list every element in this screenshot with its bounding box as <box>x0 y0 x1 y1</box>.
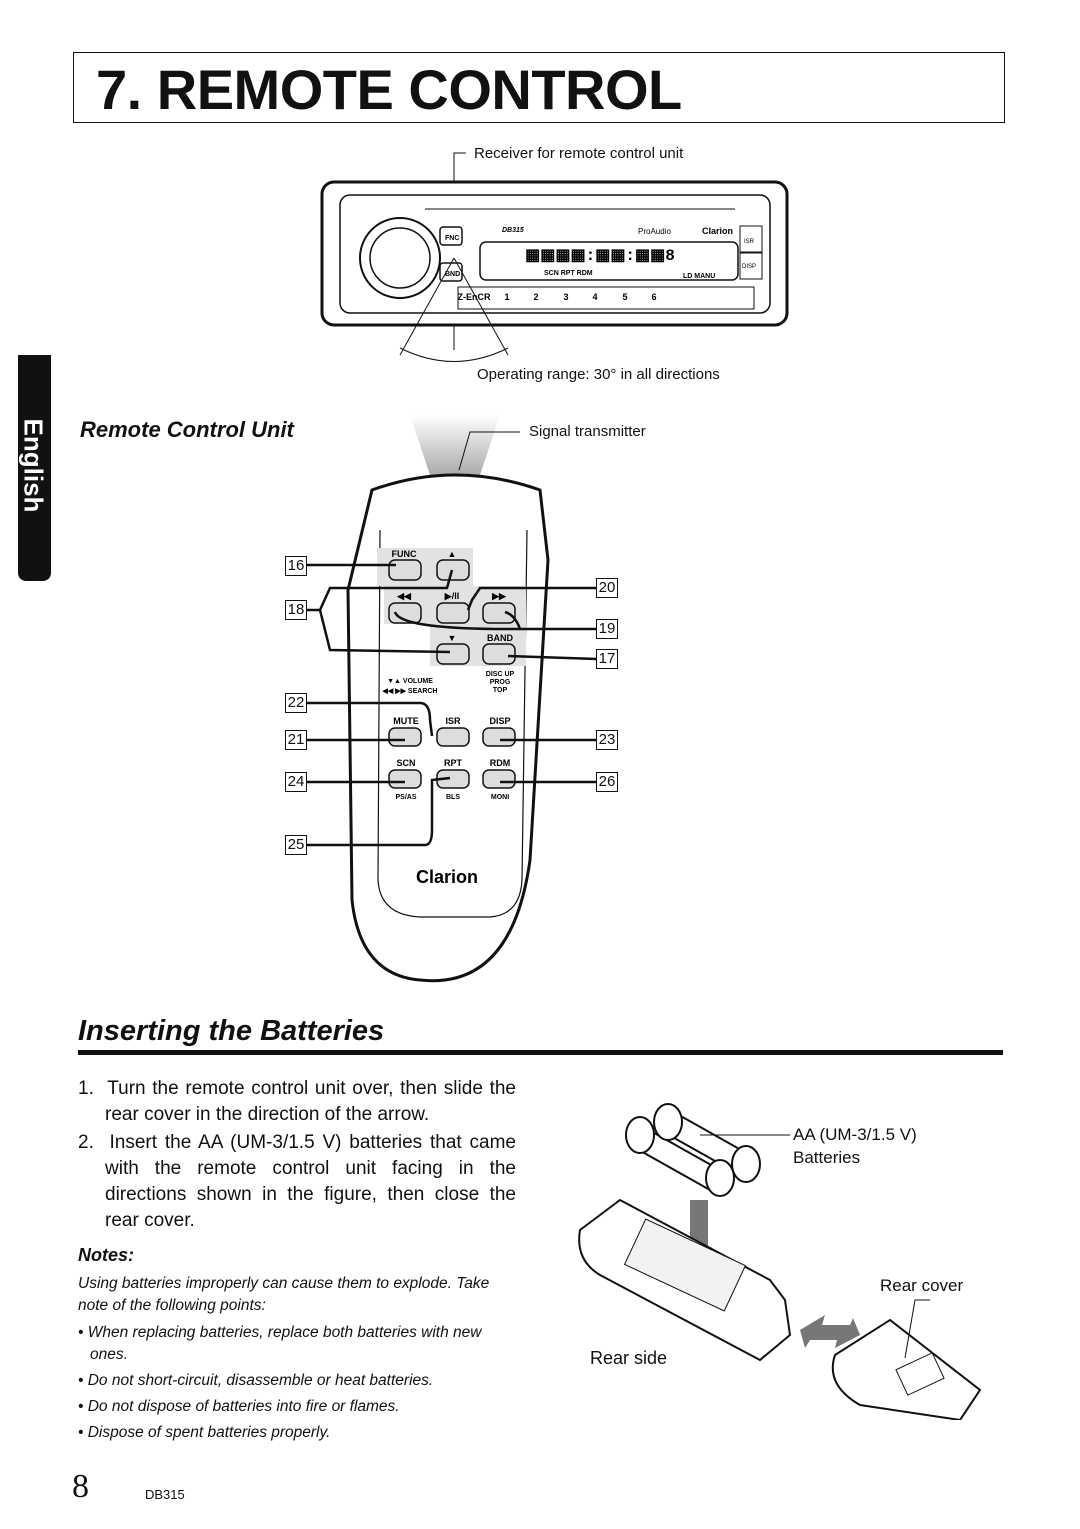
preset-1-label: 1 <box>504 292 509 302</box>
callout-17: 17 <box>596 649 618 669</box>
display-segments: ▦▦▦▦:▦▦:▦▦8 <box>525 247 675 265</box>
callout-25: 25 <box>285 835 307 855</box>
search-label: ◀◀ ▶▶ SEARCH <box>382 688 438 695</box>
callout-26: 26 <box>596 772 618 792</box>
steps-list: 1. Turn the remote control unit over, th… <box>78 1076 516 1236</box>
callout-18: 18 <box>285 600 307 620</box>
batteries-label: Batteries <box>793 1148 861 1167</box>
notes-intro: Using batteries improperly can cause the… <box>78 1275 490 1314</box>
preset-6-label: 6 <box>651 292 656 302</box>
brand-mark: Clarion <box>702 226 733 236</box>
isr-label: ISR <box>445 716 461 726</box>
preset-3-label: 3 <box>563 292 568 302</box>
down-arrow-icon: ▼ <box>448 633 457 643</box>
footer-model: DB315 <box>145 1487 185 1502</box>
callout-24: 24 <box>285 772 307 792</box>
note-item: • Do not dispose of batteries into fire … <box>78 1398 400 1415</box>
fnc-button-label: FNC <box>445 235 459 242</box>
notes-title: Notes: <box>78 1245 135 1265</box>
display-text: SCN RPT RDM <box>544 270 593 277</box>
step-1: 1. Turn the remote control unit over, th… <box>78 1078 516 1125</box>
rear-side-label: Rear side <box>590 1348 668 1368</box>
preset-2-label: 2 <box>533 292 538 302</box>
disp-button-label: DISP <box>742 264 756 270</box>
mute-label: MUTE <box>393 716 419 726</box>
section-rule <box>78 1050 1003 1055</box>
batteries-section-title: Inserting the Batteries <box>78 1015 385 1047</box>
display-right: LD MANU <box>683 273 715 280</box>
page-number: 8 <box>72 1468 89 1505</box>
preset-4-label: 4 <box>592 292 597 302</box>
play-pause-icon: ▶/II <box>444 591 459 601</box>
step-2: 2. Insert the AA (UM-3/1.5 V) batteries … <box>78 1132 516 1231</box>
rdm-label: RDM <box>490 758 511 768</box>
up-arrow-icon: ▲ <box>448 549 457 559</box>
bls-label: BLS <box>446 794 460 801</box>
fast-forward-icon: ▶▶ <box>491 591 507 601</box>
prog-label: PROG <box>490 679 511 686</box>
battery-illustration <box>578 1103 982 1420</box>
notes-list: • When replacing batteries, replace both… <box>78 1322 518 1444</box>
volume-label: ▼▲ VOLUME <box>387 678 433 685</box>
callout-19: 19 <box>596 619 618 639</box>
model-mark: DB315 <box>502 227 524 234</box>
rear-cover-label: Rear cover <box>880 1276 964 1295</box>
head-unit-illustration: ▦▦▦▦:▦▦:▦▦8 SCN RPT RDM LD MANU DB315 Pr… <box>320 152 789 362</box>
scn-label: SCN <box>396 758 415 768</box>
operating-range-label: Operating range: 30° in all directions <box>477 366 720 383</box>
battery-type-label: AA (UM-3/1.5 V) <box>793 1125 917 1144</box>
disp-label: DISP <box>489 716 510 726</box>
series-mark: ProAudio <box>638 227 671 236</box>
note-item: • Do not short-circuit, disassemble or h… <box>78 1372 434 1389</box>
note-item: • Dispose of spent batteries properly. <box>78 1424 331 1441</box>
band-label: BAND <box>487 633 513 643</box>
remote-brand: Clarion <box>416 867 478 887</box>
func-label: FUNC <box>392 549 417 559</box>
callout-23: 23 <box>596 730 618 750</box>
callout-20: 20 <box>596 578 618 598</box>
rewind-icon: ◀◀ <box>396 591 412 601</box>
psas-label: PS/AS <box>395 794 416 801</box>
note-item: • When replacing batteries, replace both… <box>78 1324 482 1363</box>
preset-5-label: 5 <box>622 292 627 302</box>
isr-button-label: ISR <box>744 239 755 245</box>
disc-up-label: DISC UP <box>486 671 515 678</box>
rpt-label: RPT <box>444 758 463 768</box>
callout-16: 16 <box>285 556 307 576</box>
moni-label: MONI <box>491 794 509 801</box>
callout-21: 21 <box>285 730 307 750</box>
callout-22: 22 <box>285 693 307 713</box>
top-label: TOP <box>493 687 508 694</box>
bnd-button-label: BND <box>445 271 460 278</box>
remote-illustration: FUNC ▲ ◀◀ ▶/II ▶▶ ▼ BAND DISC UP PROG TO… <box>307 415 598 983</box>
